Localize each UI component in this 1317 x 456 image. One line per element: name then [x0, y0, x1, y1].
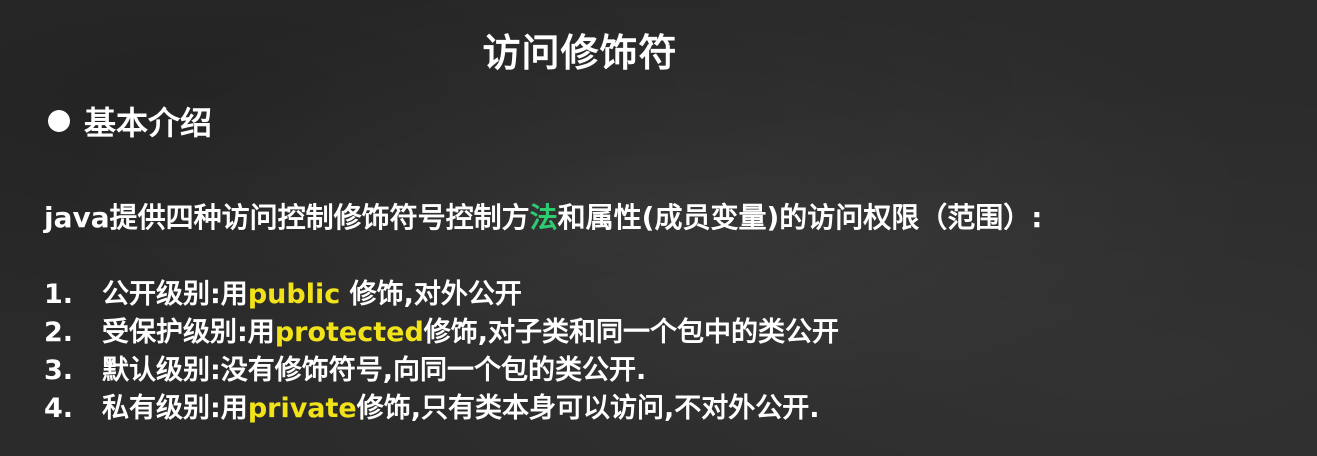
list-item: 3. 默认级别:没有修饰符号,向同一个包的类公开. [44, 352, 839, 390]
item-number: 2. [44, 317, 74, 348]
item-number: 4. [44, 393, 74, 424]
item-number: 1. [44, 279, 74, 310]
intro-before: java提供四种访问控制修饰符号控制方 [44, 201, 530, 234]
bullet-icon [48, 110, 70, 132]
list-item: 1. 公开级别:用public 修饰,对外公开 [44, 276, 839, 314]
access-level-list: 1. 公开级别:用public 修饰,对外公开 2. 受保护级别:用protecte… [44, 276, 839, 428]
item-keyword: public [247, 279, 341, 310]
item-keyword: private [247, 393, 357, 424]
item-suffix: 修饰,只有类本身可以访问,不对外公开. [356, 393, 820, 424]
item-prefix: 公开级别:用 [102, 279, 248, 310]
item-suffix: 修饰,对子类和同一个包中的类公开 [423, 317, 840, 348]
item-prefix: 默认级别:没有修饰符号,向同一个包的类公开. [102, 355, 647, 386]
intro-after: 和属性(成员变量)的访问权限（范围）: [557, 201, 1043, 234]
list-item: 2. 受保护级别:用protected修饰,对子类和同一个包中的类公开 [44, 314, 839, 352]
slide-title: 访问修饰符 [482, 31, 678, 75]
section-heading: 基本介绍 [48, 98, 212, 144]
intro-highlight: 法 [529, 201, 558, 234]
item-prefix: 受保护级别:用 [102, 317, 275, 348]
item-number: 3. [44, 355, 74, 386]
intro-text: java提供四种访问控制修饰符号控制方法和属性(成员变量)的访问权限（范围）: [44, 196, 1042, 236]
list-item: 4. 私有级别:用private修饰,只有类本身可以访问,不对外公开. [44, 390, 839, 428]
item-suffix: 修饰,对外公开 [340, 279, 522, 310]
item-prefix: 私有级别:用 [102, 393, 248, 424]
section-title: 基本介绍 [84, 104, 213, 142]
item-keyword: protected [274, 317, 424, 348]
